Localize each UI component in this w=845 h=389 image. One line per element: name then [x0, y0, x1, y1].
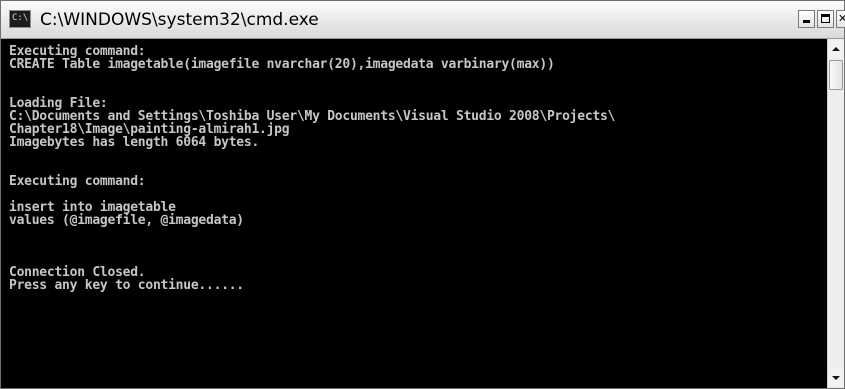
console-line: Press any key to continue...... [9, 278, 244, 293]
title-bar[interactable]: C:\ C:\WINDOWS\system32\cmd.exe [1, 1, 845, 39]
close-icon[interactable] [836, 10, 845, 28]
console-line: Imagebytes has length 6064 bytes. [9, 135, 260, 150]
scroll-down-icon[interactable] [828, 369, 844, 386]
console-output[interactable]: Executing command: CREATE Table imagetab… [1, 39, 827, 388]
scroll-up-icon[interactable] [828, 41, 844, 58]
scrollbar-thumb[interactable] [829, 60, 843, 90]
console-line: Executing command: [9, 174, 146, 189]
window-title: C:\WINDOWS\system32\cmd.exe [40, 10, 319, 30]
vertical-scrollbar[interactable] [827, 39, 844, 388]
console-line: values (@imagefile, @imagedata) [9, 213, 244, 228]
maximize-icon[interactable] [817, 10, 834, 28]
minimize-icon[interactable] [798, 10, 815, 28]
cmd-window: C:\ C:\WINDOWS\system32\cmd.exe Executin… [0, 0, 845, 389]
cmd-icon[interactable]: C:\ [9, 10, 31, 28]
console-line: CREATE Table imagetable(imagefile nvarch… [9, 57, 555, 72]
